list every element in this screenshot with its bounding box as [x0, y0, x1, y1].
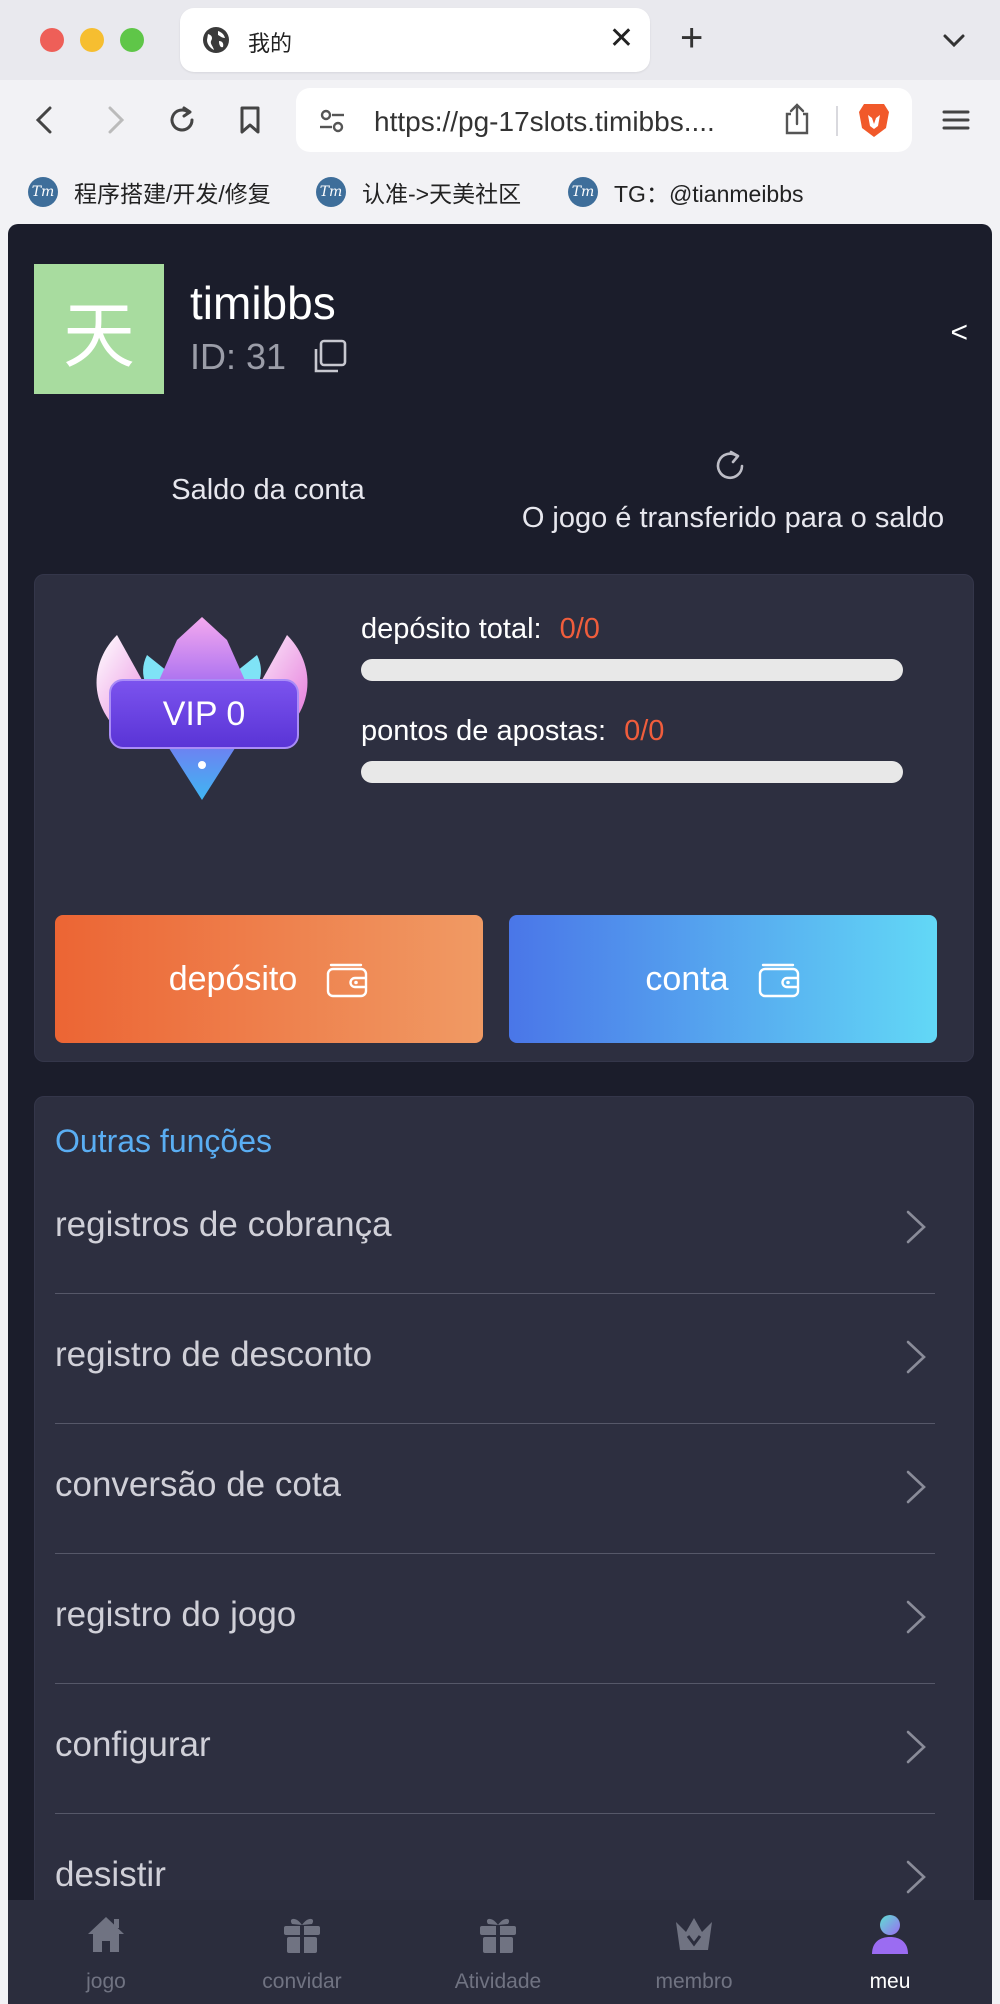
menu-item-label: conversão de cota	[55, 1465, 342, 1504]
back-icon[interactable]	[28, 102, 64, 138]
window-close-button[interactable]	[40, 28, 64, 52]
deposit-button-label: depósito	[168, 959, 298, 998]
chevron-down-icon[interactable]	[940, 26, 968, 54]
user-id: ID: 31	[190, 336, 287, 377]
menu-item-quota-conversion[interactable]: conversão de cota	[55, 1423, 935, 1554]
reload-icon[interactable]	[164, 102, 200, 138]
bookmark-item[interactable]: Tm TG：@tianmeibbs	[568, 174, 804, 210]
chevron-right-icon	[906, 1860, 926, 1894]
bookmark-favicon-icon: Tm	[316, 177, 346, 207]
total-deposit-label: depósito total:	[361, 613, 542, 645]
brave-shield-icon[interactable]	[856, 100, 892, 140]
transfer-to-balance-label[interactable]: O jogo é transferido para o saldo	[488, 502, 978, 535]
tab-title: 我的	[248, 31, 293, 56]
nav-item-label: jogo	[86, 1970, 126, 1993]
menu-item-discount-records[interactable]: registro de desconto	[55, 1293, 935, 1424]
other-functions-title: Outras funções	[55, 1123, 272, 1159]
nav-item-label: Atividade	[454, 1970, 542, 1993]
nav-item-label: membro	[655, 1970, 733, 1993]
site-settings-icon[interactable]	[318, 108, 346, 134]
bookmark-item[interactable]: Tm 认准->天美社区	[316, 174, 521, 210]
wallet-icon	[327, 963, 368, 998]
total-deposit-value: 0/0	[559, 613, 600, 645]
bookmarks-bar: Tm 程序搭建/开发/修复 Tm 认准->天美社区 Tm TG：@tianmei…	[0, 160, 1000, 224]
bookmark-favicon-icon: Tm	[28, 177, 58, 207]
bookmark-icon[interactable]	[232, 102, 268, 138]
chevron-right-icon	[906, 1340, 926, 1374]
nav-item-member[interactable]: membro	[596, 1900, 792, 2004]
gift-icon	[480, 1918, 516, 1953]
avatar: 天	[34, 264, 164, 394]
nav-item-invite[interactable]: convidar	[204, 1900, 400, 2004]
bottom-nav: jogo convidar Atividade membro meu	[8, 1900, 992, 2004]
user-icon	[872, 1915, 908, 1954]
other-functions-card: Outras funções registros de cobrança reg…	[34, 1096, 974, 2004]
account-balance-label: Saldo da conta	[171, 474, 365, 506]
nav-item-label: meu	[869, 1970, 911, 1993]
username: timibbs	[190, 277, 336, 329]
browser-tab-bar: 我的 ✕ +	[0, 0, 1000, 80]
vip-level-label: VIP 0	[109, 679, 299, 749]
menu-item-game-records[interactable]: registro do jogo	[55, 1553, 935, 1684]
menu-item-billing-records[interactable]: registros de cobrança	[55, 1163, 935, 1294]
gift-icon	[284, 1918, 320, 1953]
vip-card: VIP 0 depósito total: 0/0 pontos de apost…	[34, 574, 974, 1062]
forward-icon[interactable]	[96, 102, 132, 138]
chevron-right-icon	[906, 1730, 926, 1764]
url-text[interactable]: https://pg-17slots.timibbs....	[374, 106, 715, 138]
total-deposit-stat: depósito total: 0/0	[361, 613, 600, 646]
bookmark-item[interactable]: Tm 程序搭建/开发/修复	[28, 174, 271, 210]
bet-points-stat: pontos de apostas: 0/0	[361, 715, 664, 748]
collapse-chevron-icon[interactable]: <	[950, 316, 968, 350]
window-zoom-button[interactable]	[120, 28, 144, 52]
menu-icon[interactable]	[938, 102, 974, 138]
window-minimize-button[interactable]	[80, 28, 104, 52]
menu-item-settings[interactable]: configurar	[55, 1683, 935, 1814]
divider	[836, 106, 838, 136]
chevron-right-icon	[906, 1470, 926, 1504]
share-icon[interactable]	[782, 102, 812, 136]
bookmark-label: 认准->天美社区	[362, 181, 522, 207]
crown-icon	[676, 1918, 712, 1950]
copy-icon[interactable]	[310, 338, 348, 376]
bet-points-label: pontos de apostas:	[361, 715, 607, 747]
deposit-button[interactable]: depósito	[55, 915, 483, 1043]
home-icon	[88, 1917, 124, 1952]
menu-item-label: configurar	[55, 1725, 211, 1764]
nav-item-game[interactable]: jogo	[8, 1900, 204, 2004]
bet-points-value: 0/0	[624, 715, 665, 747]
app-page: 天 timibbs ID: 31 < Saldo da conta O jogo…	[8, 224, 992, 2004]
wallet-icon	[758, 963, 799, 998]
bookmark-label: TG：@tianmeibbs	[614, 181, 804, 207]
total-deposit-progress-bar	[361, 659, 903, 681]
chevron-right-icon	[906, 1210, 926, 1244]
tab-close-icon[interactable]: ✕	[609, 22, 634, 56]
menu-item-label: registro do jogo	[55, 1595, 297, 1634]
bookmark-favicon-icon: Tm	[568, 177, 598, 207]
new-tab-button[interactable]: +	[680, 16, 703, 60]
nav-item-me[interactable]: meu	[792, 1900, 988, 2004]
chevron-right-icon	[906, 1600, 926, 1634]
nav-item-activity[interactable]: Atividade	[400, 1900, 596, 2004]
bookmark-label: 程序搭建/开发/修复	[74, 181, 271, 207]
menu-item-label: registros de cobrança	[55, 1205, 392, 1244]
browser-nav-bar: https://pg-17slots.timibbs....	[0, 80, 1000, 160]
bet-points-progress-bar	[361, 761, 903, 783]
nav-item-label: convidar	[262, 1970, 342, 1993]
address-bar[interactable]: https://pg-17slots.timibbs....	[296, 88, 912, 152]
globe-icon	[203, 27, 229, 53]
browser-tab[interactable]: 我的 ✕	[180, 8, 650, 72]
menu-item-label: registro de desconto	[55, 1335, 373, 1374]
refresh-icon[interactable]	[712, 448, 748, 484]
menu-item-label: desistir	[55, 1855, 166, 1894]
account-button-label: conta	[645, 959, 729, 998]
account-button[interactable]: conta	[509, 915, 937, 1043]
